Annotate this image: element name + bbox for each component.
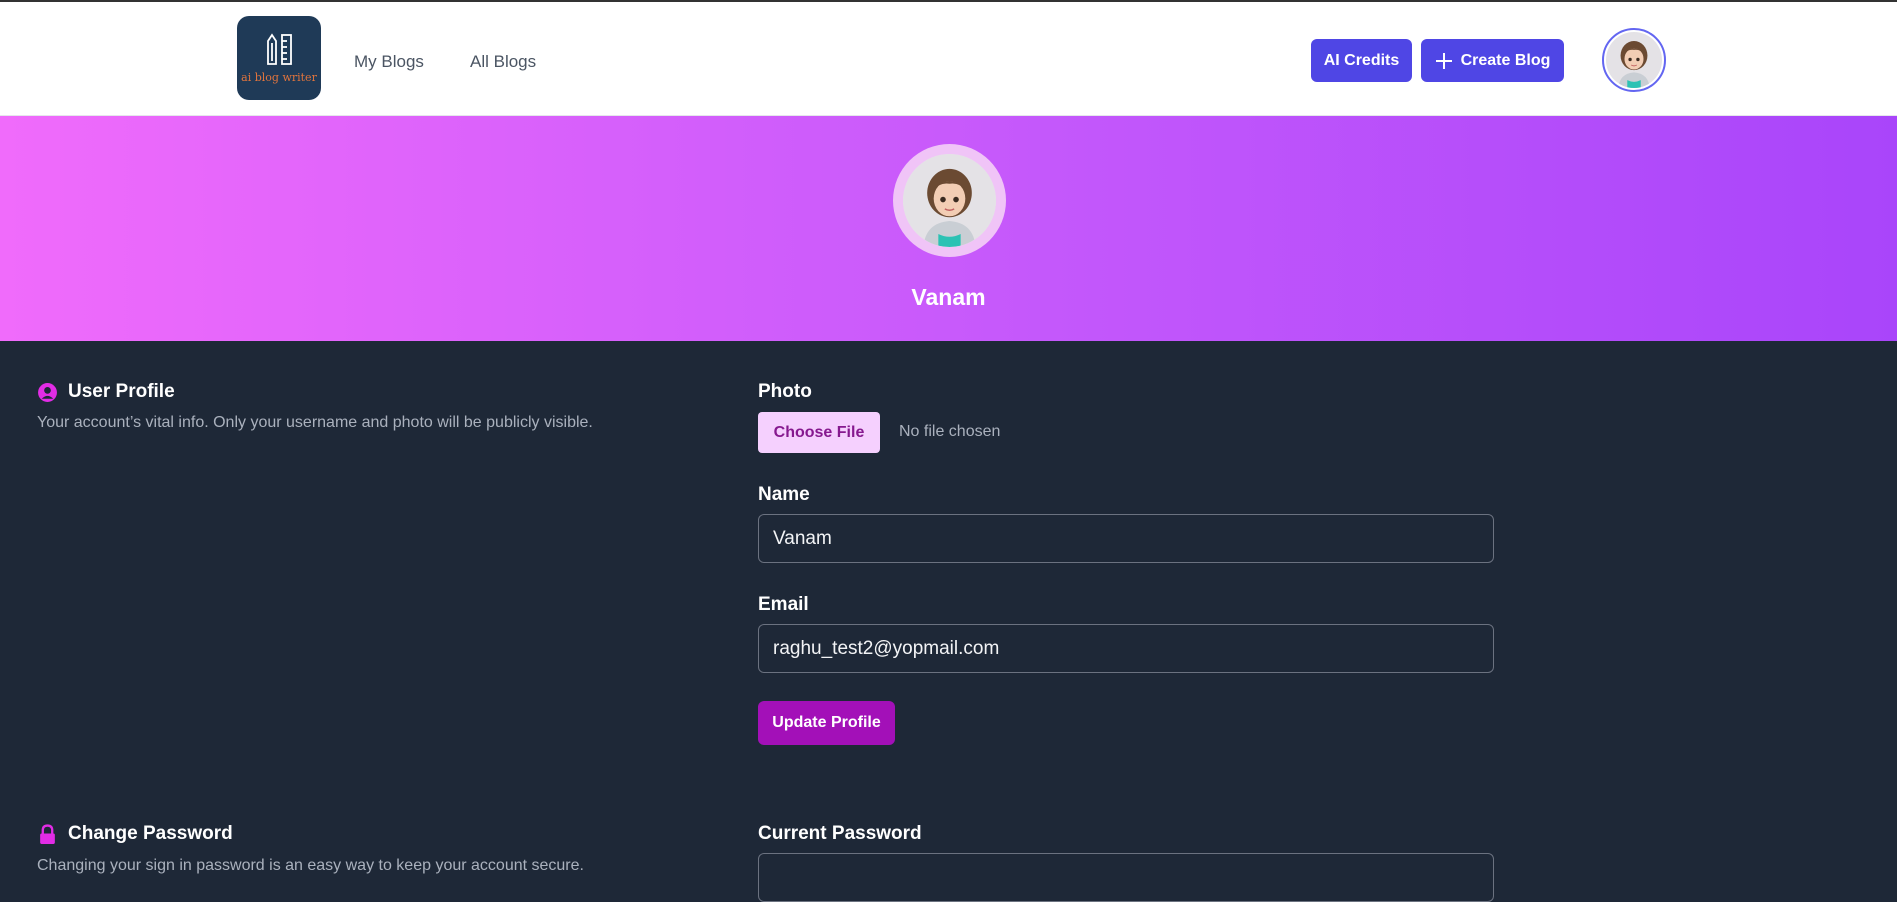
user-circle-icon bbox=[38, 382, 57, 402]
user-profile-description: Your account’s vital info. Only your use… bbox=[37, 414, 593, 431]
profile-user-name: Vanam bbox=[911, 284, 986, 310]
current-password-input[interactable] bbox=[758, 853, 1494, 902]
change-password-heading: Change Password bbox=[37, 823, 233, 845]
create-blog-button[interactable]: Create Blog bbox=[1421, 39, 1564, 82]
name-label: Name bbox=[758, 484, 810, 505]
top-navbar: ai blog writer My Blogs All Blogs AI Cre… bbox=[0, 2, 1897, 116]
change-password-description: Changing your sign in password is an eas… bbox=[37, 857, 584, 874]
create-blog-label: Create Blog bbox=[1460, 51, 1551, 69]
avatar-image bbox=[1606, 32, 1662, 88]
email-label: Email bbox=[758, 594, 809, 615]
change-password-title: Change Password bbox=[68, 823, 233, 844]
choose-file-button[interactable]: Choose File bbox=[758, 412, 880, 453]
logo-text: ai blog writer bbox=[241, 70, 317, 84]
logo[interactable]: ai blog writer bbox=[237, 16, 321, 100]
current-password-label: Current Password bbox=[758, 823, 922, 844]
lock-icon bbox=[40, 823, 55, 844]
user-avatar-menu[interactable] bbox=[1602, 28, 1666, 92]
name-input[interactable] bbox=[758, 514, 1494, 563]
profile-avatar bbox=[893, 144, 1006, 257]
update-profile-button[interactable]: Update Profile bbox=[758, 701, 895, 745]
file-status: No file chosen bbox=[899, 423, 1001, 440]
ai-credits-button[interactable]: AI Credits bbox=[1311, 39, 1412, 82]
profile-avatar-image bbox=[903, 154, 996, 247]
plus-icon bbox=[1435, 52, 1452, 69]
photo-label: Photo bbox=[758, 381, 812, 402]
email-input[interactable] bbox=[758, 624, 1494, 673]
ai-credits-label: AI Credits bbox=[1323, 51, 1400, 69]
profile-banner: Vanam bbox=[0, 116, 1897, 341]
nav-my-blogs[interactable]: My Blogs bbox=[354, 52, 424, 72]
avatar-image bbox=[903, 154, 996, 247]
user-profile-title: User Profile bbox=[68, 381, 175, 402]
pencil-ruler-icon bbox=[267, 32, 292, 65]
nav-all-blogs[interactable]: All Blogs bbox=[470, 52, 536, 72]
user-profile-heading: User Profile bbox=[37, 381, 175, 403]
